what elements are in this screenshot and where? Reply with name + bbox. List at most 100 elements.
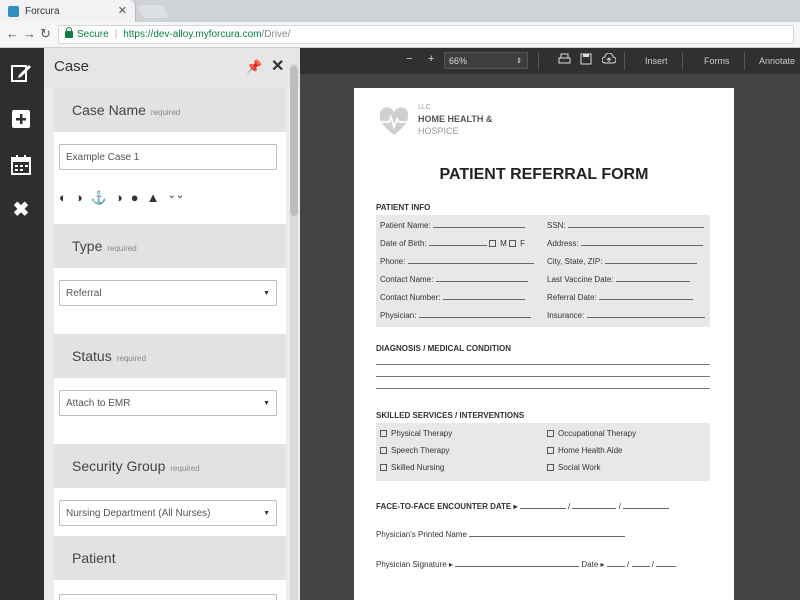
- form-title: PATIENT REFERRAL FORM: [439, 166, 649, 183]
- document-page[interactable]: LLC HOME HEALTH & HOSPICE PATIENT REFERR…: [354, 88, 734, 600]
- close-icon[interactable]: ✖: [9, 198, 33, 222]
- forms-menu[interactable]: Forms: [704, 56, 730, 66]
- diagnosis-line: [376, 364, 710, 365]
- dob-field: Date of Birth: M F: [380, 239, 525, 248]
- case-name-input[interactable]: Example Case 1: [59, 144, 277, 170]
- checkbox-f[interactable]: [509, 240, 517, 247]
- patient-label: Patient: [72, 550, 116, 566]
- checkbox-m[interactable]: [489, 240, 497, 247]
- scrollbar-thumb[interactable]: [290, 66, 298, 216]
- viewer-toolbar: − + 66% ⇕ Insert Forms Annotate: [300, 48, 800, 74]
- referral-date-field: Referral Date:: [547, 293, 694, 302]
- address-bar-row: ← → ↻ Secure | https:// dev-alloy.myforc…: [0, 22, 800, 48]
- checkbox[interactable]: [380, 447, 387, 454]
- patient-body: [54, 580, 286, 600]
- heart-logo-icon: [379, 107, 409, 135]
- tab-title: Forcura: [25, 5, 60, 17]
- half-circle-icon[interactable]: ◐: [59, 190, 67, 206]
- secure-label: Secure: [77, 29, 109, 40]
- insert-menu[interactable]: Insert: [645, 56, 668, 66]
- patient-name-field: Patient Name:: [380, 221, 525, 230]
- add-icon[interactable]: [9, 108, 33, 132]
- diagnosis-line: [376, 376, 710, 377]
- city-state-zip-field: City, State, ZIP:: [547, 257, 697, 266]
- type-body: Referral ▼: [54, 268, 286, 334]
- status-select[interactable]: Attach to EMR ▼: [59, 390, 277, 416]
- reload-icon[interactable]: ↻: [40, 26, 51, 42]
- url-scheme: https://: [123, 29, 154, 40]
- panel-title: Case: [54, 58, 90, 75]
- chevron-double-down-icon[interactable]: ⌄⌄: [168, 190, 185, 206]
- url-field[interactable]: Secure | https:// dev-alloy.myforcura.co…: [58, 25, 794, 44]
- checkbox[interactable]: [547, 430, 554, 437]
- case-name-label: Case Name required: [72, 102, 181, 118]
- type-select[interactable]: Referral ▼: [59, 280, 277, 306]
- checkbox[interactable]: [547, 464, 554, 471]
- panel-scrollbar[interactable]: [290, 64, 298, 600]
- half-circle-icon-2[interactable]: ◑: [75, 190, 83, 206]
- checkbox[interactable]: [547, 447, 554, 454]
- toolbar-divider: [682, 52, 683, 70]
- close-tab-icon[interactable]: ✕: [118, 4, 127, 17]
- half-circle-icon-3[interactable]: ◑: [115, 190, 123, 206]
- toolbar-divider: [624, 52, 625, 70]
- forward-arrow-icon[interactable]: →: [23, 26, 36, 41]
- service-social-work: Social Work: [547, 463, 601, 472]
- back-arrow-icon[interactable]: ←: [6, 26, 19, 41]
- chevron-down-icon: ▼: [263, 399, 270, 407]
- lock-icon: [65, 27, 73, 38]
- forcura-favicon-icon: [8, 5, 19, 17]
- annotate-menu[interactable]: Annotate: [759, 56, 795, 66]
- android-icon[interactable]: ▲: [147, 190, 160, 206]
- skilled-services-title: SKILLED SERVICES / INTERVENTIONS: [376, 411, 525, 420]
- toolbar-divider: [538, 52, 539, 70]
- checkbox[interactable]: [380, 464, 387, 471]
- zoom-select[interactable]: 66% ⇕: [444, 52, 528, 69]
- save-icon[interactable]: [580, 53, 592, 68]
- security-group-section: Security Group required: [54, 444, 286, 488]
- toolbar-divider: [744, 52, 745, 70]
- diagnosis-title: DIAGNOSIS / MEDICAL CONDITION: [376, 344, 511, 353]
- cloud-upload-icon[interactable]: [601, 52, 617, 68]
- patient-section: Patient: [54, 536, 286, 580]
- security-group-body: Nursing Department (All Nurses) ▼: [54, 488, 286, 536]
- zoom-out-button[interactable]: −: [406, 53, 412, 65]
- browser-tab[interactable]: Forcura ✕: [0, 0, 136, 22]
- case-panel-header: Case 📌 ✕: [44, 48, 300, 88]
- face-to-face-date-field: FACE-TO-FACE ENCOUNTER DATE ▸ / /: [376, 502, 670, 511]
- contact-number-field: Contact Number:: [380, 293, 525, 302]
- diagnosis-line: [376, 388, 710, 389]
- zoom-in-button[interactable]: +: [428, 53, 434, 65]
- close-panel-icon[interactable]: ✕: [271, 56, 284, 76]
- type-label: Type required: [72, 238, 137, 254]
- apple-icon[interactable]: ●: [131, 190, 139, 206]
- contact-name-field: Contact Name:: [380, 275, 528, 284]
- checkbox[interactable]: [380, 430, 387, 437]
- print-icon[interactable]: [558, 53, 571, 68]
- service-physical-therapy: Physical Therapy: [380, 429, 452, 438]
- chevron-down-icon: ▼: [263, 509, 270, 517]
- browser-tab-bar: Forcura ✕: [0, 0, 800, 22]
- status-section: Status required: [54, 334, 286, 378]
- new-tab-button[interactable]: [137, 5, 169, 18]
- case-icon-row: ◐ ◑ ⚓ ◑ ● ▲ ⌄⌄: [59, 190, 184, 206]
- case-name-section: Case Name required: [54, 88, 286, 132]
- address-field: Address:: [547, 239, 703, 248]
- printed-name-field: Physician's Printed Name: [376, 530, 626, 539]
- service-occupational-therapy: Occupational Therapy: [547, 429, 636, 438]
- security-group-select[interactable]: Nursing Department (All Nurses) ▼: [59, 500, 277, 526]
- chevron-down-icon: ▼: [263, 289, 270, 297]
- calendar-icon[interactable]: [9, 154, 33, 178]
- case-panel: Case 📌 ✕ Case Name required Example Case …: [44, 48, 300, 600]
- patient-info-title: PATIENT INFO: [376, 203, 431, 212]
- status-body: Attach to EMR ▼: [54, 378, 286, 444]
- pin-icon[interactable]: 📌: [246, 59, 262, 75]
- service-speech-therapy: Speech Therapy: [380, 446, 450, 455]
- anchor-icon[interactable]: ⚓: [91, 190, 107, 206]
- edit-icon[interactable]: [9, 62, 33, 86]
- ssn-field: SSN:: [547, 221, 704, 230]
- up-down-icon: ⇕: [516, 57, 522, 65]
- url-path: /Drive/: [261, 29, 291, 40]
- signature-field: Physician Signature ▸ Date ▸ / /: [376, 560, 677, 569]
- patient-input[interactable]: [59, 594, 277, 600]
